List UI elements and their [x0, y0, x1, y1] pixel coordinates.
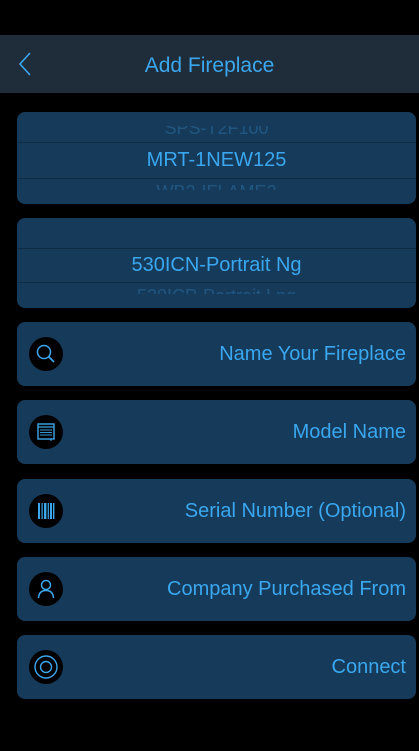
picker-option-below[interactable]: WB2-IFLAME2 [17, 182, 416, 190]
name-fireplace-field[interactable]: Name Your Fireplace [17, 322, 416, 386]
connect-label: Connect [331, 656, 407, 678]
person-icon [29, 572, 63, 606]
field-label: Name Your Fireplace [219, 343, 406, 365]
field-label: Company Purchased From [167, 578, 406, 600]
fireplace-icon [29, 415, 63, 449]
field-label: Model Name [292, 421, 406, 443]
picker-option-selected[interactable]: MRT-1NEW125 [17, 146, 416, 174]
picker-option-below[interactable]: 530ICP-Portrait Lpg [17, 286, 416, 294]
picker-option-selected[interactable]: 530ICN-Portrait Ng [17, 250, 416, 280]
connect-button[interactable]: Connect [17, 635, 416, 699]
picker-option-above[interactable] [17, 224, 416, 244]
picker-divider [17, 282, 416, 283]
variant-picker[interactable]: 530ICN-Portrait Ng 530ICP-Portrait Lpg [17, 218, 416, 308]
picker-divider [17, 178, 416, 179]
connect-icon [29, 650, 63, 684]
model-picker[interactable]: SPS-T2F100 MRT-1NEW125 WB2-IFLAME2 [17, 112, 416, 204]
nav-bar: Add Fireplace [0, 35, 419, 93]
picker-divider [17, 142, 416, 143]
serial-number-field[interactable]: Serial Number (Optional) [17, 479, 416, 543]
status-bar [0, 0, 419, 35]
field-label: Serial Number (Optional) [184, 500, 406, 522]
search-icon [29, 337, 63, 371]
picker-divider [17, 248, 416, 249]
page-title: Add Fireplace [144, 54, 275, 77]
company-purchased-field[interactable]: Company Purchased From [17, 557, 416, 621]
picker-option-above[interactable]: SPS-T2F100 [17, 126, 416, 138]
barcode-icon [29, 494, 63, 528]
model-name-field[interactable]: Model Name [17, 400, 416, 464]
